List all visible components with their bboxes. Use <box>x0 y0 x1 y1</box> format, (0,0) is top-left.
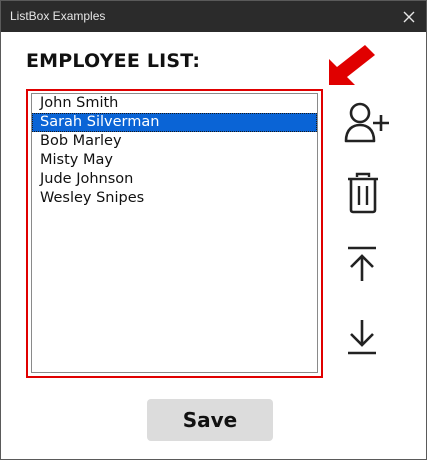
employee-list-heading: EMPLOYEE LIST: <box>26 50 201 72</box>
list-item[interactable]: Wesley Snipes <box>32 189 317 208</box>
trash-icon <box>348 172 378 214</box>
list-item[interactable]: Jude Johnson <box>32 170 317 189</box>
close-button[interactable] <box>392 1 426 32</box>
list-item[interactable]: Misty May <box>32 151 317 170</box>
download-icon <box>348 320 376 355</box>
list-item-selected[interactable]: Sarah Silverman <box>32 113 317 132</box>
list-item[interactable]: Bob Marley <box>32 132 317 151</box>
add-user-icon <box>344 102 389 143</box>
move-top-icon <box>348 246 376 281</box>
title-bar: ListBox Examples <box>1 1 426 32</box>
red-arrow-icon <box>329 45 375 85</box>
employee-listbox[interactable]: John Smith Sarah Silverman Bob Marley Misty… <box>26 89 323 378</box>
delete-button[interactable] <box>338 168 388 218</box>
save-button[interactable]: Save <box>147 399 273 441</box>
listbox-items: John Smith Sarah Silverman Bob Marley Misty… <box>31 93 318 373</box>
window-title: ListBox Examples <box>10 9 106 23</box>
list-item[interactable]: John Smith <box>32 94 317 113</box>
move-to-bottom-button[interactable] <box>337 312 387 362</box>
move-to-top-button[interactable] <box>337 239 387 289</box>
close-icon <box>403 11 415 22</box>
listbox-examples-window: ListBox Examples EMPLOYEE LIST: John Smi… <box>0 0 427 460</box>
add-user-button[interactable] <box>342 98 392 148</box>
